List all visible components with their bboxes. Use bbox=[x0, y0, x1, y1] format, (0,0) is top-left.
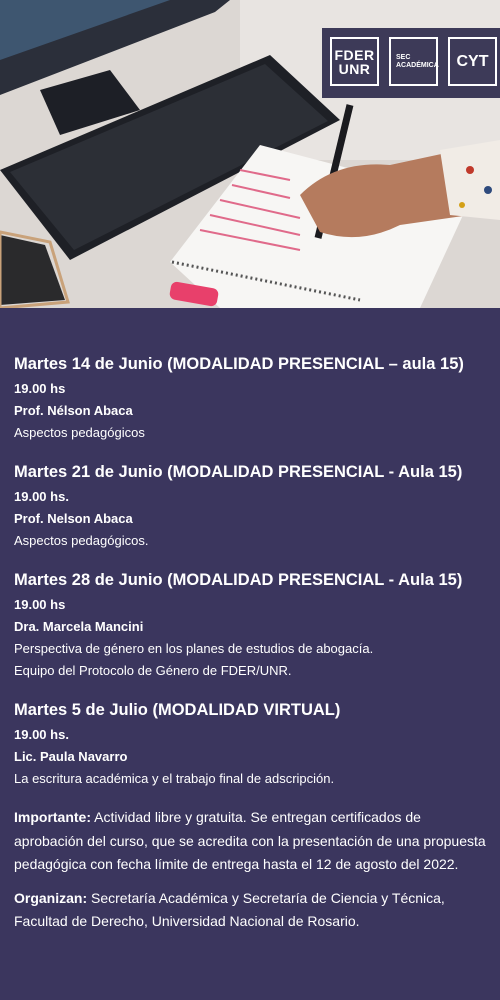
session-time: 19.00 hs bbox=[14, 381, 66, 396]
cyt-logo: CYT bbox=[448, 37, 497, 86]
session-title: Martes 21 de Junio (MODALIDAD PRESENCIAL… bbox=[14, 463, 463, 481]
cyt-logo-text: CYT bbox=[456, 52, 489, 70]
important-label: Importante: bbox=[14, 809, 91, 825]
schedule-content: Martes 14 de Junio (MODALIDAD PRESENCIAL… bbox=[0, 308, 500, 934]
important-note: Importante: Actividad libre y gratuita. … bbox=[14, 806, 486, 877]
sec-logo-line2: ACADÉMICA bbox=[396, 61, 439, 69]
session-teacher: Dra. Marcela Mancini bbox=[14, 619, 144, 634]
session-title: Martes 14 de Junio (MODALIDAD PRESENCIAL… bbox=[14, 355, 464, 373]
session-item: Martes 5 de Julio (MODALIDAD VIRTUAL) 19… bbox=[14, 698, 486, 790]
organizers-note: Organizan: Secretaría Académica y Secret… bbox=[14, 887, 486, 934]
fder-unr-logo: FDER UNR bbox=[330, 37, 379, 86]
fder-logo-line1: FDER bbox=[334, 46, 375, 63]
logos-bar: FDER UNR SEC ACADÉMICA CYT bbox=[322, 28, 500, 98]
session-time: 19.00 hs bbox=[14, 597, 66, 612]
session-item: Martes 21 de Junio (MODALIDAD PRESENCIAL… bbox=[14, 460, 486, 552]
session-teacher: Lic. Paula Navarro bbox=[14, 749, 128, 764]
session-topic: Aspectos pedagógicos bbox=[14, 425, 145, 440]
session-item: Martes 28 de Junio (MODALIDAD PRESENCIAL… bbox=[14, 568, 486, 682]
organizers-label: Organizan: bbox=[14, 889, 88, 906]
fder-logo-line2: UNR bbox=[338, 60, 371, 77]
session-title: Martes 5 de Julio (MODALIDAD VIRTUAL) bbox=[14, 701, 341, 719]
session-extra: Equipo del Protocolo de Género de FDER/U… bbox=[14, 663, 292, 678]
session-time: 19.00 hs. bbox=[14, 489, 69, 504]
session-topic: Perspectiva de género en los planes de e… bbox=[14, 641, 374, 656]
session-teacher: Prof. Nelson Abaca bbox=[14, 511, 133, 526]
session-time: 19.00 hs. bbox=[14, 727, 69, 742]
session-topic: La escritura académica y el trabajo fina… bbox=[14, 771, 335, 786]
header-photo: FDER UNR SEC ACADÉMICA CYT bbox=[0, 0, 500, 308]
session-teacher: Prof. Nélson Abaca bbox=[14, 403, 133, 418]
sec-academica-logo: SEC ACADÉMICA bbox=[389, 37, 439, 86]
session-topic: Aspectos pedagógicos. bbox=[14, 533, 149, 548]
session-title: Martes 28 de Junio (MODALIDAD PRESENCIAL… bbox=[14, 571, 463, 589]
session-item: Martes 14 de Junio (MODALIDAD PRESENCIAL… bbox=[14, 352, 486, 444]
sec-logo-line1: SEC bbox=[396, 53, 411, 61]
